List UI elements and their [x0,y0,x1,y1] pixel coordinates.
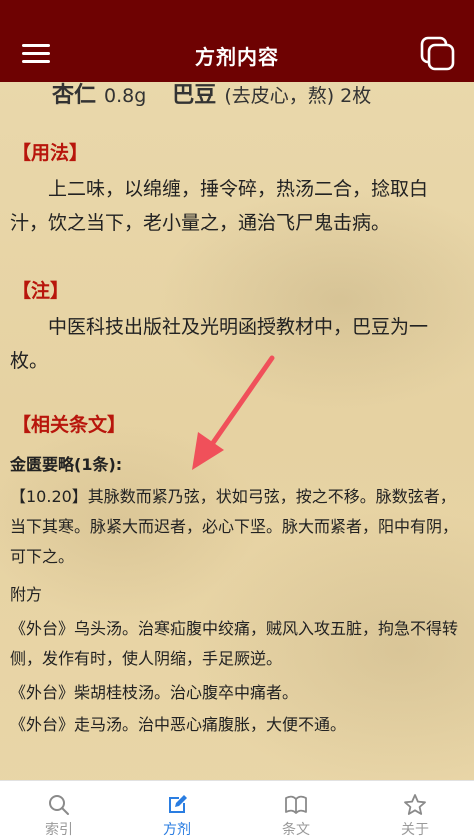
page-title: 方剂内容 [195,45,279,69]
tab-clauses[interactable]: 条文 [237,781,355,840]
ingredients-line: 杏仁 0.8g 巴豆 (去皮心，熬) 2枚 [52,82,371,109]
note-text: 中医科技出版社及光明函授教材中，巴豆为一枚。 [10,316,429,372]
appendix-line: 《外台》柴胡桂枝汤。治心腹卒中痛者。 [10,683,299,702]
ingredient-note: (去皮心，熬) 2枚 [224,85,372,107]
note-heading: 【注】 [12,280,70,302]
edit-icon [169,795,187,813]
tab-label: 方剂 [163,822,191,838]
usage-heading: 【用法】 [12,142,89,164]
star-icon [404,794,426,815]
tab-prescription[interactable]: 方剂 [118,781,236,840]
related-clause: 【10.20】其脉数而紧乃弦，状如弓弦，按之不移。脉数弦者，当下其寒。脉紧大而迟… [10,487,459,566]
tab-about[interactable]: 关于 [356,781,474,840]
usage-text: 上二味，以绵缠，捶令碎，热汤二合，捻取白汁，饮之当下，老小量之，通治飞尸鬼击病。 [10,178,429,234]
tab-label: 关于 [401,822,429,838]
appendix-label: 附方 [10,585,43,604]
ingredient-amount: 0.8g [104,85,147,107]
copy-icon[interactable] [420,36,456,72]
recipe-content: 杏仁 0.8g 巴豆 (去皮心，熬) 2枚 【用法】 上二味，以绵缠，捶令碎，热汤二合… [0,82,474,780]
related-book: 金匮要略(1条): [10,455,123,474]
book-icon [285,795,307,814]
search-icon [49,795,69,815]
tab-label: 条文 [282,822,310,838]
app-header: 方剂内容 [0,0,474,82]
ingredient-name: 杏仁 [52,83,97,108]
bottom-tab-bar: 索引 方剂 条文 关于 [0,780,474,840]
appendix-line: 《外台》乌头汤。治寒疝腹中绞痛，贼风入攻五脏，拘急不得转侧，发作有时，使人阴缩，… [10,619,459,668]
related-heading: 【相关条文】 [12,414,127,436]
appendix-line: 《外台》走马汤。治中恶心痛腹胀，大便不通。 [10,715,347,734]
ingredient-name: 巴豆 [172,83,217,108]
tab-index[interactable]: 索引 [0,781,118,840]
tab-label: 索引 [45,822,73,838]
